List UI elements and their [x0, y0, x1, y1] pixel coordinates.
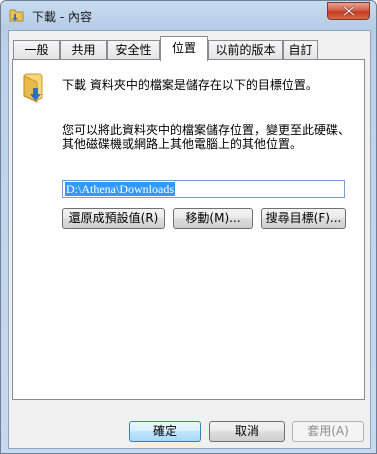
restore-default-button[interactable]: 還原成預設值(R)	[62, 208, 165, 229]
close-icon	[342, 6, 355, 16]
dialog-client-area: 一般 共用 安全性 位置 以前的版本 自訂 下載 資料夾中的檔案是儲存在以下的目…	[8, 30, 371, 449]
target-path-field[interactable]: D:\Athena\Downloads	[62, 180, 345, 198]
move-button[interactable]: 移動(M)...	[173, 208, 253, 229]
title-bar[interactable]: 下載 - 內容	[1, 1, 376, 29]
downloads-folder-icon	[21, 72, 47, 104]
tab-strip: 一般 共用 安全性 位置 以前的版本 自訂	[11, 36, 368, 61]
tab-general[interactable]: 一般	[13, 40, 60, 60]
properties-window: 下載 - 內容 一般 共用 安全性 位置 以前的版本 自訂 下載 資料夾中的檔案…	[0, 0, 377, 454]
tab-sharing[interactable]: 共用	[60, 40, 107, 60]
target-path-value: D:\Athena\Downloads	[65, 182, 175, 196]
location-panel: 下載 資料夾中的檔案是儲存在以下的目標位置。 您可以將此資料夾中的檔案儲存位置，…	[12, 59, 365, 400]
folder-download-icon	[9, 8, 25, 22]
cancel-button[interactable]: 取消	[209, 421, 285, 442]
location-help-text: 您可以將此資料夾中的檔案儲存位置，變更至此硬碟、其他磁碟機或網路上其他電腦上的其…	[62, 123, 351, 151]
find-target-button[interactable]: 搜尋目標(F)...	[261, 208, 346, 229]
ok-button[interactable]: 確定	[129, 421, 201, 442]
tab-security[interactable]: 安全性	[107, 40, 160, 60]
tab-previous-versions[interactable]: 以前的版本	[208, 40, 283, 60]
apply-button[interactable]: 套用(A)	[292, 421, 364, 442]
tab-customize[interactable]: 自訂	[283, 40, 318, 60]
close-button[interactable]	[327, 2, 370, 20]
tab-location[interactable]: 位置	[160, 36, 208, 61]
window-title: 下載 - 內容	[32, 10, 92, 24]
location-description: 下載 資料夾中的檔案是儲存在以下的目標位置。	[62, 78, 318, 92]
